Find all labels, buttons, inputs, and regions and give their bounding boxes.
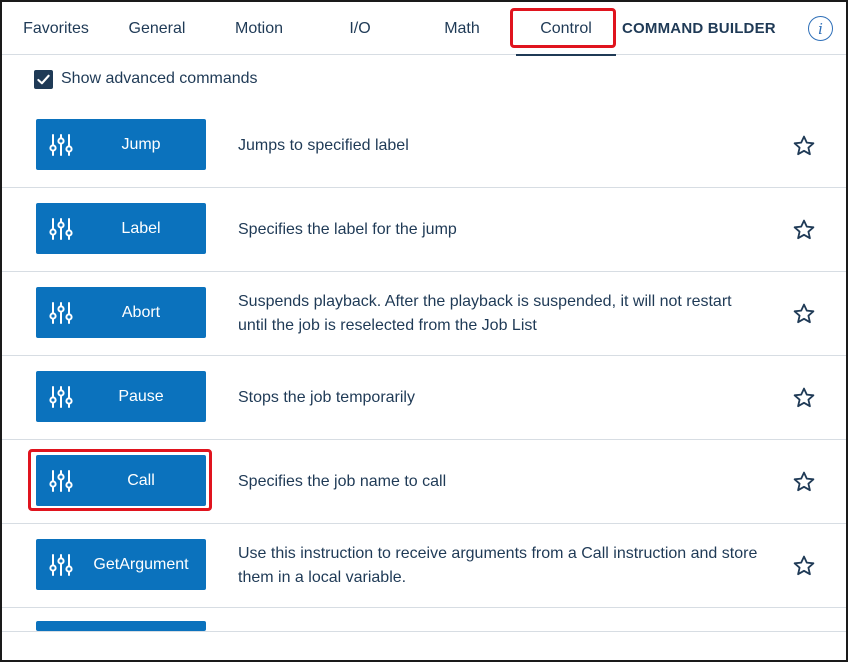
star-outline-icon[interactable] — [792, 302, 816, 326]
star-outline-icon[interactable] — [792, 554, 816, 578]
command-description: Use this instruction to receive argument… — [238, 545, 758, 586]
command-description: Jumps to specified label — [238, 137, 409, 154]
tab-motion[interactable]: Motion — [224, 2, 294, 55]
next-command-button-partial[interactable] — [36, 621, 206, 631]
command-builder-title: COMMAND BUILDER — [622, 20, 776, 37]
star-outline-icon[interactable] — [792, 218, 816, 242]
command-description: Specifies the label for the jump — [238, 221, 457, 238]
tab-general[interactable]: General — [120, 2, 194, 55]
checkmark-icon[interactable] — [34, 69, 53, 89]
call-button[interactable]: Call — [36, 455, 206, 506]
getargument-button[interactable]: GetArgument — [36, 539, 206, 590]
star-outline-icon[interactable] — [792, 470, 816, 494]
label-button[interactable]: Label — [36, 203, 206, 254]
tab-favorites[interactable]: Favorites — [16, 2, 96, 55]
command-description: Specifies the job name to call — [238, 473, 447, 490]
sliders-icon — [49, 554, 73, 576]
info-icon[interactable]: i — [808, 16, 833, 41]
show-advanced-label: Show advanced commands — [61, 70, 258, 87]
divider — [2, 631, 846, 632]
star-outline-icon[interactable] — [792, 134, 816, 158]
command-row-getargument: GetArgument Use this instruction to rece… — [2, 524, 846, 608]
sliders-icon — [49, 218, 73, 240]
sliders-icon — [49, 134, 73, 156]
command-label: Pause — [118, 387, 164, 405]
pause-button[interactable]: Pause — [36, 371, 206, 422]
command-label: GetArgument — [93, 555, 189, 573]
command-label: Label — [121, 219, 161, 237]
command-description: Suspends playback. After the playback is… — [238, 293, 732, 334]
sliders-icon — [49, 386, 73, 408]
command-row-pause: Pause Stops the job temporarily — [2, 356, 846, 440]
sliders-icon — [49, 302, 73, 324]
tab-math[interactable]: Math — [430, 2, 494, 55]
tab-bar: Favorites General Motion I/O Math Contro… — [2, 2, 846, 56]
command-row-label: Label Specifies the label for the jump — [2, 188, 846, 272]
command-row-call: Call Specifies the job name to call — [2, 440, 846, 524]
command-row-jump: Jump Jumps to specified label — [2, 104, 846, 188]
sliders-icon — [49, 470, 73, 492]
command-description: Stops the job temporarily — [238, 389, 415, 406]
command-row-abort: Abort Suspends playback. After the playb… — [2, 272, 846, 356]
abort-button[interactable]: Abort — [36, 287, 206, 338]
star-outline-icon[interactable] — [792, 386, 816, 410]
jump-button[interactable]: Jump — [36, 119, 206, 170]
command-label: Jump — [121, 135, 161, 153]
tab-io[interactable]: I/O — [332, 2, 388, 55]
tab-control[interactable]: Control — [516, 2, 616, 56]
command-builder-panel: Favorites General Motion I/O Math Contro… — [0, 0, 848, 662]
show-advanced-checkbox[interactable]: Show advanced commands — [34, 68, 258, 90]
command-label: Call — [127, 471, 155, 489]
command-label: Abort — [121, 303, 161, 321]
